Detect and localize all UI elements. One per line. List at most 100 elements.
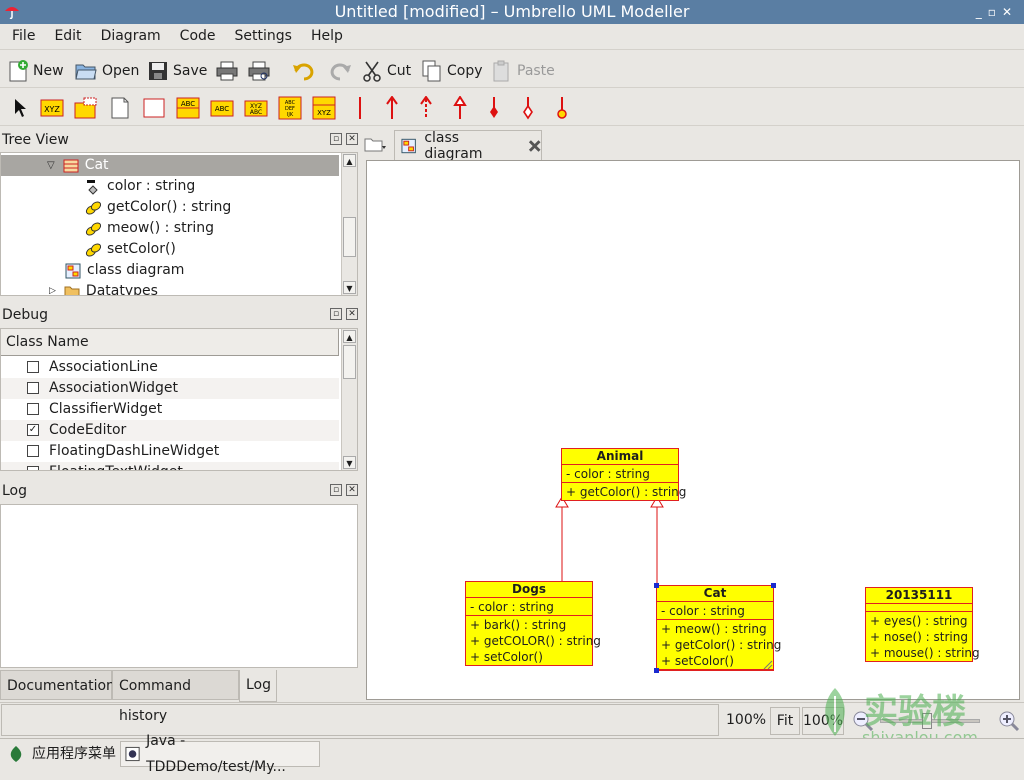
menu-help[interactable]: Help [299,24,350,44]
tree-item-class-diagram[interactable]: class diagram [65,260,184,281]
tab-documentation[interactable]: Documentation [0,670,115,700]
copy-button[interactable]: Copy [422,58,483,84]
close-dock-button[interactable]: ✕ [346,308,358,320]
debug-checkbox[interactable] [27,361,39,373]
maximize-button[interactable]: ▫ [988,5,1002,19]
scroll-down-arrow-icon[interactable]: ▼ [343,281,356,294]
print-button[interactable] [216,58,243,84]
association-tool[interactable] [348,96,372,120]
class-name-column-header[interactable]: Class Name [1,329,339,356]
debug-header: Debug ▫ ✕ [0,304,360,326]
save-button[interactable]: Save [148,58,207,84]
float-dock-button[interactable]: ▫ [330,308,342,320]
debug-row[interactable]: ✓ CodeEditor [1,420,339,441]
class-tool[interactable]: XYZ [40,96,64,120]
float-dock-button[interactable]: ▫ [330,484,342,496]
dependency-tool[interactable] [414,96,438,120]
aggregation-tool[interactable] [516,96,540,120]
redo-button[interactable] [328,58,357,84]
debug-scrollbar[interactable]: ▲ ▼ [341,329,357,470]
attributes-section: - color : string [562,465,678,483]
scroll-thumb[interactable] [343,345,356,379]
tab-class-diagram[interactable]: class diagram [394,130,542,162]
diagram-canvas[interactable]: Animal - color : string + getColor() : s… [366,160,1020,700]
debug-row[interactable]: AssociationWidget [1,378,339,399]
operation: + nose() : string [870,630,968,644]
tree-item-attribute[interactable]: color : string [85,176,195,197]
debug-row-label: ClassifierWidget [49,401,163,417]
resize-grip-icon[interactable] [761,658,773,670]
directional-association-tool[interactable] [380,96,404,120]
generalization-dogs-animal[interactable] [555,496,569,581]
menu-code[interactable]: Code [168,24,223,44]
tree-item-operation[interactable]: setColor() [85,239,176,260]
open-label: Open [102,63,140,79]
debug-checkbox-checked[interactable]: ✓ [27,424,39,436]
copy-icon [422,60,441,82]
selection-handle[interactable] [654,668,659,673]
debug-checkbox[interactable] [27,466,39,470]
taskbar-window-java[interactable]: Java - TDDDemo/test/My... [120,733,320,775]
debug-checkbox[interactable] [27,445,39,457]
folder-dropdown-icon [364,138,386,152]
composition-tool[interactable] [482,96,506,120]
scroll-up-arrow-icon[interactable]: ▲ [343,330,356,343]
fit-button[interactable]: Fit [770,707,800,735]
log-panel[interactable] [0,504,358,668]
undo-button[interactable] [292,58,321,84]
note-tool[interactable] [108,96,132,120]
selection-handle[interactable] [654,583,659,588]
minimize-button[interactable]: _ [976,5,988,19]
tab-command-history[interactable]: Command history [112,670,239,724]
new-button[interactable]: New [8,58,64,84]
scroll-up-arrow-icon[interactable]: ▲ [343,154,356,167]
paste-button[interactable]: Paste [492,58,555,84]
debug-row[interactable]: ClassifierWidget [1,399,339,420]
close-dock-button[interactable]: ✕ [346,484,358,496]
menu-diagram[interactable]: Diagram [89,24,168,44]
close-tab-icon[interactable] [528,139,541,153]
open-button[interactable]: Open [75,58,139,84]
close-dock-button[interactable]: ✕ [346,133,358,145]
uml-class-animal[interactable]: Animal - color : string + getColor() : s… [561,448,686,501]
menu-file[interactable]: File [0,24,42,44]
tree-item-operation[interactable]: getColor() : string [85,197,231,218]
menu-edit[interactable]: Edit [42,24,88,44]
print-preview-button[interactable] [248,58,275,84]
tree-item-operation[interactable]: meow() : string [85,218,214,239]
interface-tool[interactable]: ABC [210,96,234,120]
operation: + getColor() : string [661,638,782,652]
uml-class-20135111[interactable]: 20135111 + eyes() : string + nose() : st… [865,587,980,662]
debug-row[interactable]: AssociationLine [1,357,339,378]
tree-item-cat[interactable]: ▽ Cat [1,155,339,176]
generalization-tool[interactable] [448,96,472,120]
debug-checkbox[interactable] [27,382,39,394]
generalization-cat-animal[interactable] [650,496,664,585]
menu-settings[interactable]: Settings [223,24,299,44]
debug-checkbox[interactable] [27,403,39,415]
entity-tool[interactable]: XYZ [312,96,336,120]
applications-menu-button[interactable]: 应用程序菜单 [8,741,116,767]
datatype-tool[interactable]: XYZ ABC [244,96,268,120]
cut-button[interactable]: Cut [362,58,411,84]
new-diagram-tab-button[interactable] [364,134,388,156]
float-dock-button[interactable]: ▫ [330,133,342,145]
scroll-thumb[interactable] [343,217,356,257]
debug-row[interactable]: FloatingTextWidget [1,462,339,470]
package-tool[interactable]: ABC [176,96,200,120]
select-tool[interactable] [8,96,32,120]
uml-class-cat[interactable]: Cat - color : string + meow() : string +… [654,583,782,673]
uml-class-dogs[interactable]: Dogs - color : string + bark() : string … [465,581,601,666]
containment-tool[interactable] [550,96,574,120]
tree-item-datatypes[interactable]: ▷ Datatypes [49,281,158,296]
box-tool[interactable] [142,96,166,120]
expand-arrow-icon: ▷ [49,286,56,296]
scroll-down-arrow-icon[interactable]: ▼ [343,456,356,469]
selection-handle[interactable] [771,583,776,588]
tree-view-scrollbar[interactable]: ▲ ▼ [341,153,357,295]
template-class-tool[interactable] [74,96,98,120]
enum-tool[interactable]: ABC DEF IJK [278,96,302,120]
close-window-button[interactable]: ✕ [1002,5,1018,19]
tab-log[interactable]: Log [239,670,277,702]
debug-row[interactable]: FloatingDashLineWidget [1,441,339,462]
